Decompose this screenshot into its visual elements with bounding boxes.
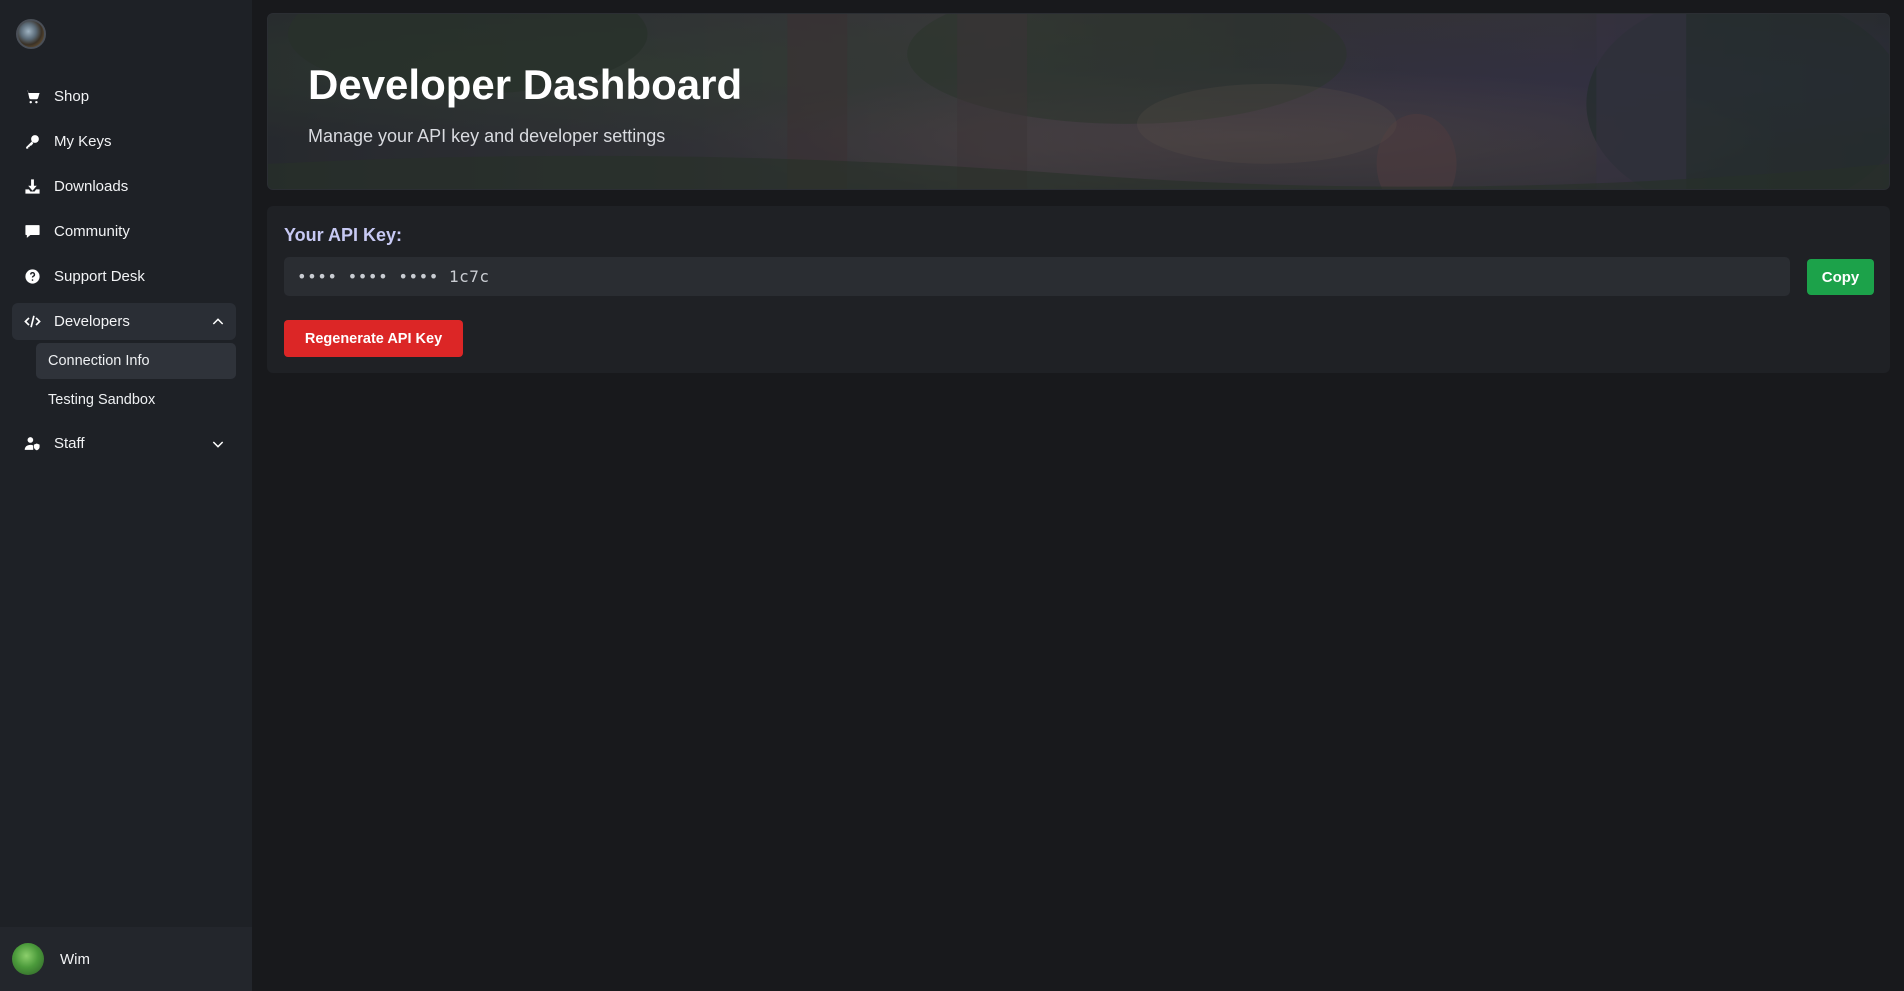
user-shield-icon [22,434,42,454]
sidebar-item-downloads[interactable]: Downloads [0,164,252,209]
sidebar-item-support-desk[interactable]: Support Desk [0,254,252,299]
game-logo-icon[interactable] [16,19,46,49]
main-content: Developer Dashboard Manage your API key … [252,0,1904,991]
chevron-up-icon[interactable] [210,314,226,330]
chevron-down-icon[interactable] [210,436,226,452]
app-root: Shop My Keys Downloads Community Support… [0,0,1904,991]
code-icon [22,312,42,332]
key-icon [22,132,42,152]
avatar [12,943,44,975]
sidebar-item-shop[interactable]: Shop [0,74,252,119]
sidebar-subitem-connection-info[interactable]: Connection Info [36,343,236,379]
sidebar-item-label: Downloads [54,178,129,195]
api-key-label: Your API Key: [284,225,403,245]
user-name: Wim [60,950,90,968]
hero-banner: Developer Dashboard Manage your API key … [267,13,1890,190]
page-title: Developer Dashboard [308,61,743,108]
sidebar-item-community[interactable]: Community [0,209,252,254]
sidebar: Shop My Keys Downloads Community Support… [0,0,252,991]
sidebar-item-label: My Keys [54,133,112,150]
sidebar-item-label: Community [54,223,130,240]
sidebar-group-developers[interactable]: Developers [12,303,236,340]
help-icon [22,267,42,287]
user-profile[interactable]: Wim [0,927,252,991]
sidebar-item-my-keys[interactable]: My Keys [0,119,252,164]
download-icon [22,177,42,197]
sidebar-subitem-testing-sandbox[interactable]: Testing Sandbox [36,382,236,418]
sidebar-group-label: Staff [54,435,85,452]
api-key-field[interactable]: •••• •••• •••• 1c7c [284,257,1790,296]
developers-submenu: Connection Info Testing Sandbox [0,343,252,418]
api-key-card: Your API Key: •••• •••• •••• 1c7c Copy R… [267,206,1890,373]
regenerate-api-key-button[interactable]: Regenerate API Key [284,320,463,357]
sidebar-group-staff[interactable]: Staff [0,421,252,466]
sidebar-nav: Shop My Keys Downloads Community Support… [0,74,252,466]
chat-icon [22,222,42,242]
sidebar-item-label: Support Desk [54,268,145,285]
sidebar-item-label: Shop [54,88,90,105]
copy-button[interactable]: Copy [1807,259,1874,295]
page-subtitle: Manage your API key and developer settin… [308,126,666,146]
sidebar-group-label: Developers [54,313,130,330]
cart-icon [22,87,42,107]
